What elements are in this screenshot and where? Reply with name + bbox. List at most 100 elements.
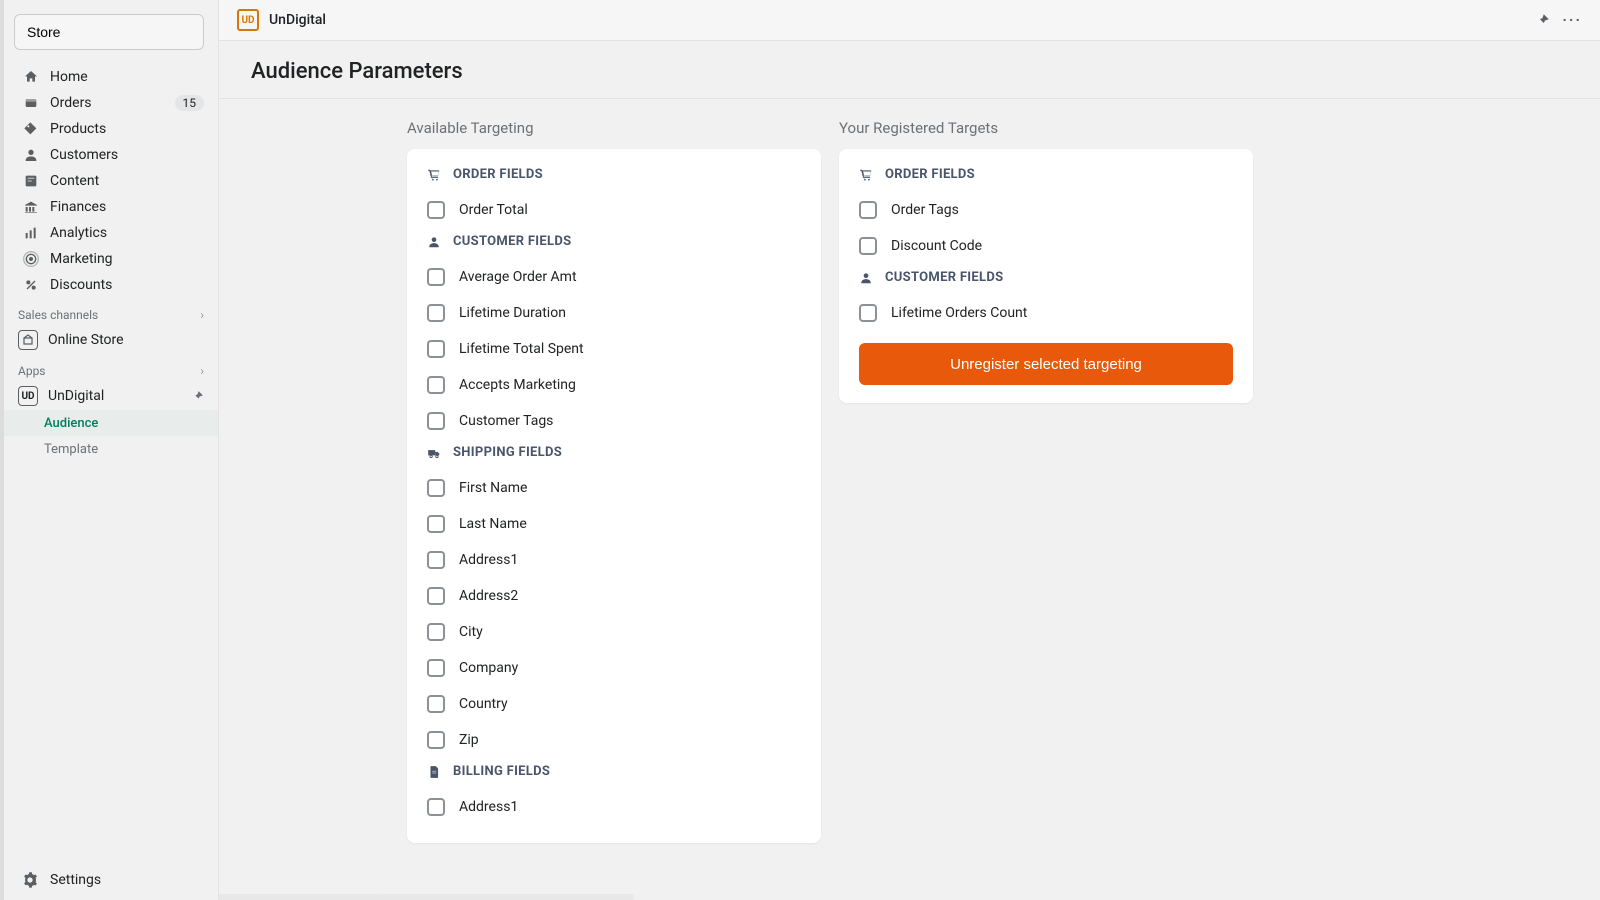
undigital-app-icon: UD xyxy=(18,386,38,406)
target-row[interactable]: Accepts Marketing xyxy=(427,367,801,403)
target-row[interactable]: Address2 xyxy=(427,578,801,614)
checkbox[interactable] xyxy=(427,551,445,569)
checkbox[interactable] xyxy=(859,304,877,322)
sidebar-item-online-store[interactable]: Online Store xyxy=(0,326,218,354)
sidebar-item-content[interactable]: Content xyxy=(0,168,218,194)
customers-icon xyxy=(22,146,40,164)
target-label: Zip xyxy=(459,732,479,748)
settings-label: Settings xyxy=(50,872,101,888)
file-icon xyxy=(427,765,445,779)
target-row[interactable]: Order Total xyxy=(427,192,801,228)
target-row[interactable]: Lifetime Total Spent xyxy=(427,331,801,367)
sidebar-item-orders[interactable]: Orders 15 xyxy=(0,90,218,116)
sidebar-item-label: Marketing xyxy=(50,251,204,267)
checkbox[interactable] xyxy=(427,515,445,533)
store-label: Store xyxy=(27,24,60,40)
chevron-right-icon: › xyxy=(200,364,204,378)
target-row[interactable]: Last Name xyxy=(427,506,801,542)
checkbox[interactable] xyxy=(427,731,445,749)
registered-column: Your Registered Targets ORDER FIELDS Orde… xyxy=(839,119,1253,403)
apps-header[interactable]: Apps › xyxy=(0,354,218,382)
chevron-right-icon: › xyxy=(200,308,204,322)
more-icon[interactable]: ··· xyxy=(1562,11,1582,29)
checkbox[interactable] xyxy=(427,268,445,286)
page-header: Audience Parameters xyxy=(219,41,1600,99)
checkbox[interactable] xyxy=(427,201,445,219)
group-header: ORDER FIELDS xyxy=(427,167,801,182)
checkbox[interactable] xyxy=(427,304,445,322)
target-row[interactable]: Average Order Amt xyxy=(427,259,801,295)
app-subnav: AudienceTemplate xyxy=(0,410,218,462)
target-row[interactable]: Address1 xyxy=(427,789,801,825)
sales-channels-header[interactable]: Sales channels › xyxy=(0,298,218,326)
sidebar-item-discounts[interactable]: Discounts xyxy=(0,272,218,298)
target-row[interactable]: Country xyxy=(427,686,801,722)
sidebar-item-label: Analytics xyxy=(50,225,204,241)
target-row[interactable]: Order Tags xyxy=(859,192,1233,228)
checkbox[interactable] xyxy=(427,340,445,358)
page-title: Audience Parameters xyxy=(251,59,1568,84)
target-label: Average Order Amt xyxy=(459,269,577,285)
app-name-label: UnDigital xyxy=(48,388,191,404)
pin-icon[interactable] xyxy=(191,390,204,403)
target-row[interactable]: Discount Code xyxy=(859,228,1233,264)
sidebar-item-products[interactable]: Products xyxy=(0,116,218,142)
target-row[interactable]: City xyxy=(427,614,801,650)
target-row[interactable]: Address1 xyxy=(427,542,801,578)
cart-icon xyxy=(427,168,445,182)
primary-nav: Home Orders 15 Products Customers Conten… xyxy=(0,64,218,298)
target-label: Address1 xyxy=(459,799,518,815)
orders-badge: 15 xyxy=(175,95,205,111)
sidebar-item-label: Discounts xyxy=(50,277,204,293)
target-row[interactable]: Customer Tags xyxy=(427,403,801,439)
sidebar-item-label: Home xyxy=(50,69,204,85)
sidebar-item-finances[interactable]: Finances xyxy=(0,194,218,220)
sidebar-item-label: Customers xyxy=(50,147,204,163)
checkbox[interactable] xyxy=(427,479,445,497)
available-panel: ORDER FIELDSOrder TotalCUSTOMER FIELDSAv… xyxy=(407,149,821,843)
target-row[interactable]: Company xyxy=(427,650,801,686)
checkbox[interactable] xyxy=(427,798,445,816)
brand-name: UnDigital xyxy=(269,12,326,28)
store-selector[interactable]: Store xyxy=(14,14,204,50)
target-label: Lifetime Total Spent xyxy=(459,341,584,357)
sidebar: Store Home Orders 15 Products Customers … xyxy=(0,0,219,900)
group-header: CUSTOMER FIELDS xyxy=(859,270,1233,285)
checkbox[interactable] xyxy=(427,695,445,713)
person-icon xyxy=(427,235,445,249)
target-label: Company xyxy=(459,660,518,676)
checkbox[interactable] xyxy=(427,659,445,677)
truck-icon xyxy=(427,446,445,460)
subnav-item-template[interactable]: Template xyxy=(0,436,218,462)
sidebar-item-home[interactable]: Home xyxy=(0,64,218,90)
checkbox[interactable] xyxy=(427,587,445,605)
store-icon xyxy=(18,330,38,350)
sales-channels-label: Sales channels xyxy=(18,308,98,322)
checkbox[interactable] xyxy=(859,201,877,219)
sidebar-item-label: Finances xyxy=(50,199,204,215)
group-header: SHIPPING FIELDS xyxy=(427,445,801,460)
target-label: Customer Tags xyxy=(459,413,553,429)
group-header: ORDER FIELDS xyxy=(859,167,1233,182)
sidebar-item-customers[interactable]: Customers xyxy=(0,142,218,168)
target-row[interactable]: First Name xyxy=(427,470,801,506)
sidebar-item-marketing[interactable]: Marketing xyxy=(0,246,218,272)
pin-icon[interactable] xyxy=(1535,13,1550,28)
target-row[interactable]: Lifetime Duration xyxy=(427,295,801,331)
sidebar-item-analytics[interactable]: Analytics xyxy=(0,220,218,246)
sidebar-app-undigital[interactable]: UD UnDigital xyxy=(0,382,218,410)
checkbox[interactable] xyxy=(859,237,877,255)
target-label: Address2 xyxy=(459,588,518,604)
target-row[interactable]: Lifetime Orders Count xyxy=(859,295,1233,331)
checkbox[interactable] xyxy=(427,412,445,430)
sidebar-item-label: Products xyxy=(50,121,204,137)
checkbox[interactable] xyxy=(427,623,445,641)
target-row[interactable]: Zip xyxy=(427,722,801,758)
topbar: UD UnDigital ··· xyxy=(219,0,1600,41)
checkbox[interactable] xyxy=(427,376,445,394)
unregister-button[interactable]: Unregister selected targeting xyxy=(859,343,1233,385)
subnav-item-audience[interactable]: Audience xyxy=(0,410,218,436)
content: Available Targeting ORDER FIELDSOrder To… xyxy=(219,99,1600,900)
registered-title: Your Registered Targets xyxy=(839,119,1253,137)
sidebar-item-settings[interactable]: Settings xyxy=(0,860,218,900)
